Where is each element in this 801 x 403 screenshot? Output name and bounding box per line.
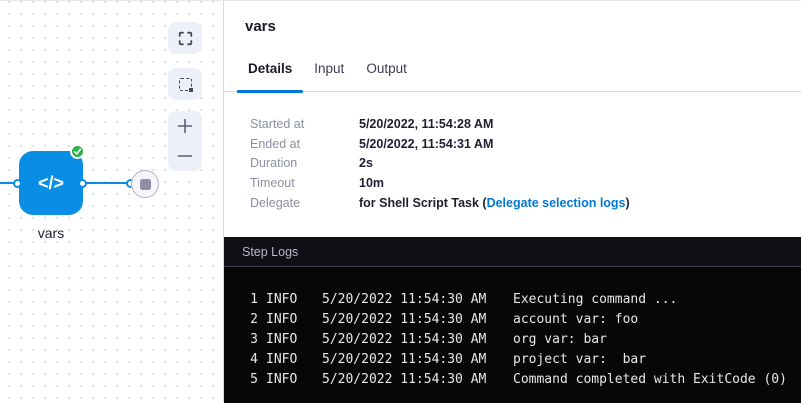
fullscreen-button[interactable] (168, 22, 202, 54)
detail-value: 10m (359, 176, 384, 190)
code-icon: </> (38, 173, 64, 194)
marquee-select-icon (179, 78, 192, 91)
log-line-number: 4 (242, 350, 258, 370)
detail-value-text: for Shell Script Task ( (359, 196, 487, 210)
tab-details[interactable]: Details (237, 57, 303, 92)
log-level: INFO (266, 370, 322, 390)
node-port-in (13, 179, 22, 188)
detail-row: Started at 5/20/2022, 11:54:28 AM (250, 117, 791, 137)
detail-label: Delegate (250, 196, 359, 210)
logs-header: Step Logs (224, 237, 801, 267)
log-timestamp: 5/20/2022 11:54:30 AM (322, 290, 513, 310)
log-message: Command completed with ExitCode (0) (513, 370, 787, 390)
step-node-vars[interactable]: </> (19, 151, 83, 215)
detail-value-suffix: ) (626, 196, 630, 210)
zoom-controls (168, 111, 202, 171)
detail-row: Duration 2s (250, 156, 791, 176)
log-row: 1 INFO5/20/2022 11:54:30 AMExecuting comm… (224, 290, 801, 310)
detail-value: 5/20/2022, 11:54:28 AM (359, 117, 493, 131)
logs-title: Step Logs (242, 245, 298, 259)
detail-value-text: 5/20/2022, 11:54:31 AM (359, 137, 493, 151)
delegate-selection-logs-link[interactable]: Delegate selection logs (487, 196, 626, 210)
tab-output[interactable]: Output (355, 57, 418, 92)
log-message: org var: bar (513, 330, 607, 350)
log-row: 3 INFO5/20/2022 11:54:30 AMorg var: bar (224, 330, 801, 350)
log-timestamp: 5/20/2022 11:54:30 AM (322, 350, 513, 370)
log-line-number: 1 (242, 290, 258, 310)
detail-label: Duration (250, 156, 359, 170)
log-level: INFO (266, 330, 322, 350)
zoom-in-button[interactable] (168, 111, 202, 141)
node-label: vars (19, 225, 83, 241)
log-timestamp: 5/20/2022 11:54:30 AM (322, 370, 513, 390)
step-details-panel: vars Details Input Output Started at 5/2… (224, 1, 801, 403)
log-level: INFO (266, 290, 322, 310)
node-port-out (78, 179, 87, 188)
log-timestamp: 5/20/2022 11:54:30 AM (322, 310, 513, 330)
details-tab-bar: Details Input Output (224, 57, 801, 92)
detail-value: 5/20/2022, 11:54:31 AM (359, 137, 493, 151)
zoom-out-button[interactable] (168, 141, 202, 171)
status-success-badge (70, 144, 85, 159)
log-line-number: 2 (242, 310, 258, 330)
log-line-number: 5 (242, 370, 258, 390)
log-row: 2 INFO5/20/2022 11:54:30 AMaccount var: f… (224, 310, 801, 330)
log-message: account var: foo (513, 310, 638, 330)
check-icon (72, 146, 83, 157)
marquee-select-button[interactable] (168, 68, 202, 100)
zoom-in-icon (176, 117, 194, 135)
detail-row: Timeout 10m (250, 176, 791, 196)
logs-body: 1INFO5/20/2022 11:54:30 AMExecuting comm… (224, 267, 801, 390)
pipeline-canvas[interactable]: </> vars (0, 1, 224, 402)
log-message: project var: bar (513, 350, 646, 370)
stop-square-icon (140, 179, 151, 190)
detail-label: Timeout (250, 176, 359, 190)
log-level: INFO (266, 350, 322, 370)
pipeline-execution-view: </> vars (0, 0, 801, 402)
page-title: vars (245, 18, 276, 35)
log-timestamp: 5/20/2022 11:54:30 AM (322, 330, 513, 350)
end-node (131, 170, 159, 198)
step-logs-console: Step Logs 1INFO5/20/2022 11:54:30 AMExec… (224, 237, 801, 403)
detail-label: Ended at (250, 137, 359, 151)
log-row: 5 INFO5/20/2022 11:54:30 AMCommand comple… (224, 370, 801, 390)
fullscreen-icon (178, 31, 193, 46)
log-row: 4 INFO5/20/2022 11:54:30 AMproject var: b… (224, 350, 801, 370)
zoom-out-icon (176, 147, 194, 165)
tab-input[interactable]: Input (303, 57, 355, 92)
log-level: INFO (266, 310, 322, 330)
detail-value-text: 10m (359, 176, 384, 190)
detail-value-text: 5/20/2022, 11:54:28 AM (359, 117, 493, 131)
log-line-number: 3 (242, 330, 258, 350)
detail-value: for Shell Script Task (Delegate selectio… (359, 196, 630, 210)
detail-label: Started at (250, 117, 359, 131)
detail-row: Delegate for Shell Script Task (Delegate… (250, 196, 791, 216)
details-list: Started at 5/20/2022, 11:54:28 AM Ended … (250, 117, 791, 215)
detail-value: 2s (359, 156, 373, 170)
log-message: Executing command ... (513, 290, 677, 310)
detail-row: Ended at 5/20/2022, 11:54:31 AM (250, 137, 791, 157)
detail-value-text: 2s (359, 156, 373, 170)
